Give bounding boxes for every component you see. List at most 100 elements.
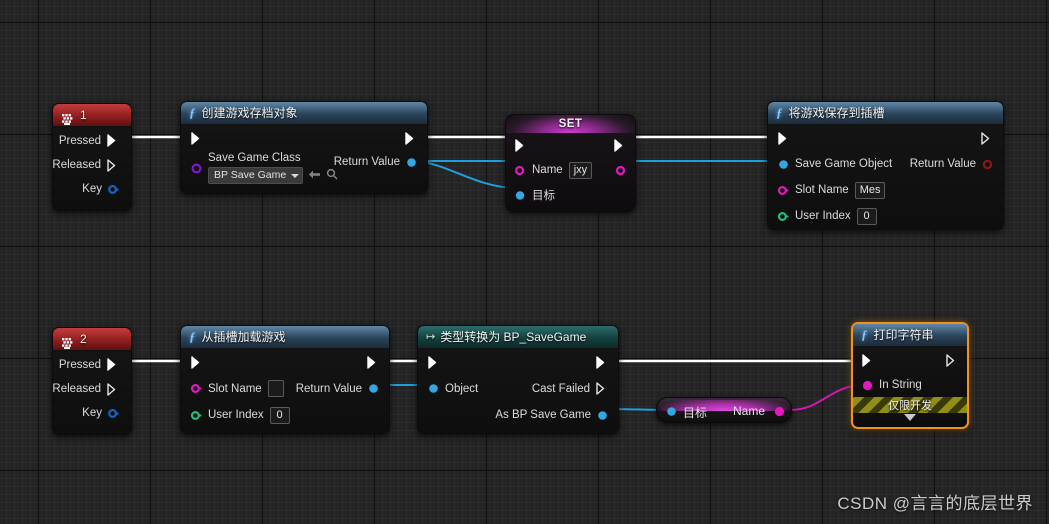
exec-pin-out[interactable] [614, 138, 626, 152]
node-load-game-from-slot[interactable]: ƒ 从插槽加载游戏 Slot Name Return Value User In… [180, 325, 390, 434]
pin-label-object: Object [445, 382, 479, 395]
exec-pin-out[interactable] [596, 355, 608, 369]
function-icon: ƒ [189, 105, 196, 120]
magnifier-icon[interactable] [326, 168, 338, 183]
exec-pin-in[interactable] [191, 355, 203, 369]
pin-label-target: 目标 [683, 406, 708, 420]
wire-layer [131, 135, 865, 411]
object-pin-object[interactable] [428, 383, 439, 394]
exec-pin-cast-failed[interactable] [596, 382, 608, 395]
node-title: 将游戏保存到插槽 [788, 106, 885, 120]
pin-label-slot-name: Slot Name [795, 184, 849, 196]
node-key-event-2[interactable]: 2 Pressed Released Key [52, 327, 132, 435]
object-pin-save-game-object[interactable] [778, 159, 789, 170]
pin-label-user-index: User Index [208, 409, 264, 421]
node-create-save-game-object[interactable]: ƒ 创建游戏存档对象 Save Game Class BP Save Game … [180, 101, 428, 194]
int-pin-user-index[interactable] [190, 410, 202, 421]
node-print-string[interactable]: ƒ 打印字符串 In String 仅限开发 [851, 322, 969, 429]
object-pin-return-value[interactable] [406, 157, 417, 168]
int-pin-user-index[interactable] [777, 211, 789, 222]
node-title: 打印字符串 [873, 328, 934, 342]
pin-label-cast-failed: Cast Failed [531, 382, 590, 395]
exec-pin-in[interactable] [428, 355, 440, 369]
name-value-input[interactable]: jxy [568, 161, 593, 179]
node-cast-to-bp-savegame[interactable]: ↦ 类型转换为 BP_SaveGame Object Cast Failed A… [417, 325, 619, 434]
exec-pin-in[interactable] [191, 131, 203, 145]
keyboard-icon [61, 334, 74, 349]
node-title: 从插槽加载游戏 [201, 330, 286, 344]
pin-label-save-game-object: Save Game Object [795, 158, 893, 170]
slot-name-input[interactable] [267, 380, 284, 397]
name-pin-slot-name[interactable] [777, 185, 789, 196]
name-pin-in[interactable] [514, 165, 526, 176]
watermark: CSDN @言言的底层世界 [837, 494, 1033, 513]
pin-label-pressed: Pressed [58, 358, 101, 371]
function-icon: ƒ [776, 105, 783, 120]
node-header: 2 [53, 328, 131, 350]
pin-label-pressed: Pressed [58, 134, 101, 147]
pin-label-user-index: User Index [795, 210, 851, 222]
exec-pin-out[interactable] [367, 355, 379, 369]
node-header: 1 [53, 104, 131, 126]
save-game-class-dropdown[interactable]: BP Save Game [208, 167, 304, 184]
function-icon: ƒ [189, 329, 196, 344]
development-only-banner: 仅限开发 [853, 397, 967, 413]
object-pin-target[interactable] [515, 190, 526, 201]
class-pin-save-game-class[interactable] [191, 163, 202, 174]
slot-name-input[interactable]: Mes [854, 181, 886, 199]
object-pin-return-value[interactable] [368, 383, 379, 394]
user-index-input[interactable]: 0 [856, 207, 877, 225]
pin-label-as-bp-save-game: As BP Save Game [495, 409, 591, 421]
node-save-game-to-slot[interactable]: ƒ 将游戏保存到插槽 Save Game Object Return Value… [767, 101, 1004, 230]
blueprint-graph-canvas[interactable]: 1 Pressed Released Key ƒ 创建游戏存档对象 Save G… [0, 0, 1049, 524]
struct-pin-key[interactable] [108, 184, 119, 195]
node-header-accent [660, 400, 788, 411]
function-icon: ƒ [861, 327, 868, 342]
cast-icon: ↦ [426, 331, 435, 343]
back-arrow-icon[interactable] [308, 169, 321, 183]
dropdown-value: BP Save Game [214, 169, 287, 181]
node-title: 1 [80, 108, 87, 122]
pin-label-key: Key [82, 407, 102, 419]
exec-pin-in[interactable] [515, 138, 527, 152]
node-header: ƒ 创建游戏存档对象 [181, 102, 427, 124]
exec-pin-out[interactable] [946, 353, 958, 367]
exec-pin-pressed[interactable] [107, 358, 119, 371]
exec-pin-released[interactable] [107, 158, 119, 172]
exec-pin-out[interactable] [981, 131, 993, 145]
pin-label-in-string: In String [879, 379, 922, 391]
node-title: 2 [80, 332, 87, 346]
exec-pin-released[interactable] [107, 382, 119, 396]
exec-pin-pressed[interactable] [107, 134, 119, 147]
pin-label-return-value: Return Value [295, 382, 362, 395]
node-header: ↦ 类型转换为 BP_SaveGame [418, 326, 618, 348]
object-pin-target[interactable] [666, 406, 677, 417]
pin-label-key: Key [82, 183, 102, 195]
exec-pin-in[interactable] [862, 353, 874, 367]
node-key-event-1[interactable]: 1 Pressed Released Key [52, 103, 132, 211]
exec-pin-in[interactable] [778, 131, 790, 145]
node-title: 创建游戏存档对象 [201, 106, 298, 120]
keyboard-icon [61, 110, 74, 125]
pin-label-slot-name: Slot Name [208, 382, 262, 395]
node-title: SET [558, 118, 583, 130]
node-set-variable[interactable]: SET Name jxy 目标 [505, 114, 636, 212]
pin-label-target: 目标 [532, 190, 555, 202]
node-get-name-variable[interactable]: 目标 Name [656, 397, 792, 423]
expand-advanced-button[interactable] [853, 413, 967, 427]
struct-pin-key[interactable] [108, 408, 119, 419]
node-header: SET [506, 115, 635, 133]
node-header: ƒ 从插槽加载游戏 [181, 326, 389, 348]
node-title: 类型转换为 BP_SaveGame [440, 330, 587, 344]
name-pin-out[interactable] [615, 165, 626, 176]
string-pin-in-string[interactable] [862, 380, 873, 391]
object-pin-as-bp-save-game[interactable] [597, 410, 608, 421]
pin-label-name: Name [732, 404, 765, 418]
user-index-input[interactable]: 0 [269, 406, 290, 424]
exec-pin-out[interactable] [405, 131, 417, 145]
pin-label-save-game-class: Save Game Class [208, 152, 301, 164]
bool-pin-return-value[interactable] [982, 159, 993, 170]
name-pin-out[interactable] [774, 406, 785, 417]
name-pin-slot-name[interactable] [190, 383, 202, 394]
pin-label-released: Released [52, 383, 101, 395]
